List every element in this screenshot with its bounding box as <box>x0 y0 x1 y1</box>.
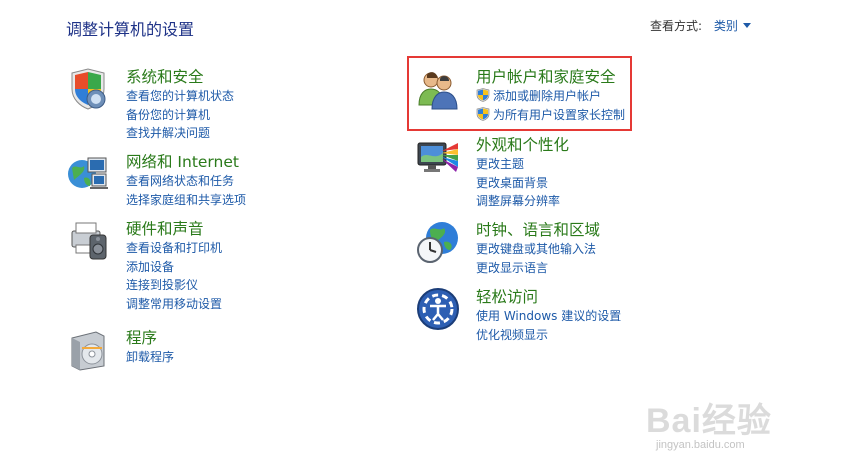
category-title-hardware[interactable]: 硬件和声音 <box>126 219 406 239</box>
link-windows-recommended[interactable]: 使用 Windows 建议的设置 <box>476 307 756 326</box>
link-uninstall-program[interactable]: 卸载程序 <box>126 348 406 367</box>
page-title: 调整计算机的设置 <box>66 20 195 39</box>
link-homegroup-sharing[interactable]: 选择家庭组和共享选项 <box>126 191 406 210</box>
view-by-value[interactable]: 类别 <box>714 19 738 33</box>
category-title-system[interactable]: 系统和安全 <box>126 67 406 87</box>
view-by-label: 查看方式: <box>650 19 703 33</box>
programs-icon[interactable] <box>66 328 110 372</box>
link-change-keyboard[interactable]: 更改键盘或其他输入法 <box>476 240 756 259</box>
baidu-jingyan-watermark: Bai经验 jingyan.baidu.com <box>646 393 836 463</box>
view-by-dropdown[interactable]: 类别 <box>714 19 751 33</box>
category-title-clock-language[interactable]: 时钟、语言和区域 <box>476 220 756 240</box>
category-title-ease-of-access[interactable]: 轻松访问 <box>476 287 756 307</box>
link-add-device[interactable]: 添加设备 <box>126 258 406 277</box>
link-change-theme[interactable]: 更改主题 <box>476 155 756 174</box>
network-globe-icon[interactable] <box>66 152 110 196</box>
chevron-down-icon[interactable] <box>742 23 751 28</box>
clock-globe-icon[interactable] <box>416 220 460 264</box>
link-desktop-background[interactable]: 更改桌面背景 <box>476 174 756 193</box>
category-title-network[interactable]: 网络和 Internet <box>126 152 406 172</box>
link-mobility-settings[interactable]: 调整常用移动设置 <box>126 295 406 314</box>
link-troubleshoot[interactable]: 查找并解决问题 <box>126 124 406 143</box>
ease-of-access-icon[interactable] <box>416 287 460 331</box>
watermark-url: jingyan.baidu.com <box>656 439 745 451</box>
display-palette-icon[interactable] <box>416 135 460 179</box>
view-by: 查看方式: 类别 <box>650 17 751 34</box>
link-network-status[interactable]: 查看网络状态和任务 <box>126 172 406 191</box>
link-view-computer-status[interactable]: 查看您的计算机状态 <box>126 87 406 106</box>
shield-icon[interactable] <box>66 67 110 111</box>
category-title-appearance[interactable]: 外观和个性化 <box>476 135 756 155</box>
watermark-logo-text: Bai经验 <box>646 402 772 440</box>
printer-icon[interactable] <box>66 219 110 263</box>
highlight-box <box>407 56 632 131</box>
category-title-programs[interactable]: 程序 <box>126 328 406 348</box>
link-devices-printers[interactable]: 查看设备和打印机 <box>126 239 406 258</box>
link-connect-projector[interactable]: 连接到投影仪 <box>126 276 406 295</box>
link-optimize-display[interactable]: 优化视频显示 <box>476 326 756 345</box>
link-screen-resolution[interactable]: 调整屏幕分辨率 <box>476 192 756 211</box>
link-change-display-language[interactable]: 更改显示语言 <box>476 259 756 278</box>
link-backup-computer[interactable]: 备份您的计算机 <box>126 106 406 125</box>
